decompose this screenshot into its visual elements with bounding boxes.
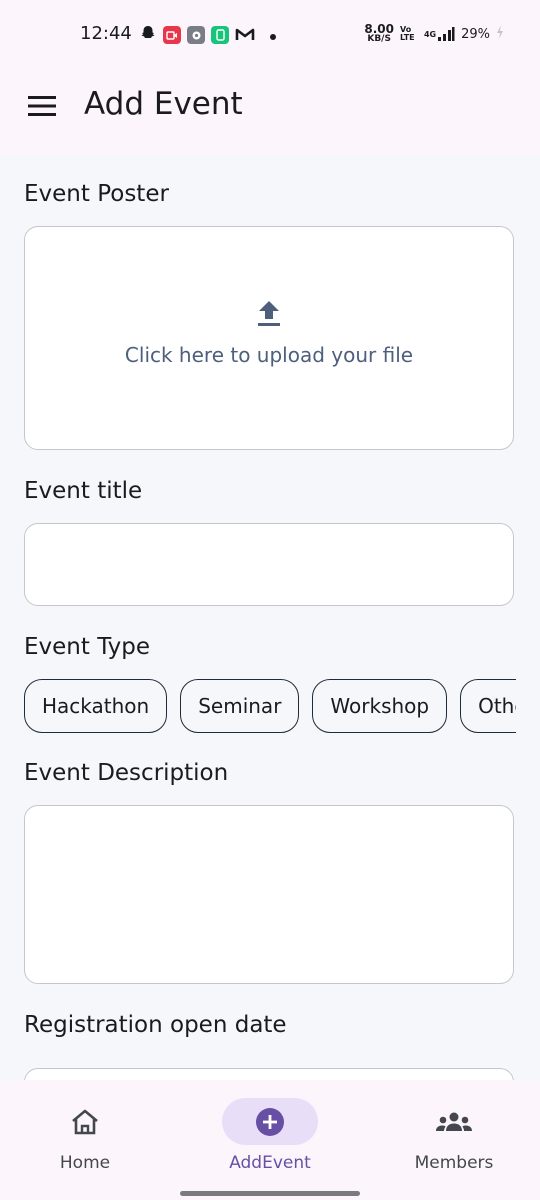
upload-prompt-text: Click here to upload your file (124, 343, 414, 367)
registration-open-date-label: Registration open date (24, 1012, 287, 1038)
group-icon (436, 1112, 472, 1131)
page-title: Add Event (84, 86, 243, 122)
poster-upload-box[interactable]: Click here to upload your file (24, 226, 514, 450)
members-pill (406, 1098, 502, 1145)
event-title-input[interactable] (24, 523, 514, 606)
home-pill (37, 1098, 133, 1145)
snapchat-icon (139, 24, 157, 46)
volte-icon: Vo LTE (399, 25, 415, 42)
bottom-navigation: Home AddEvent Members (0, 1080, 540, 1200)
nav-item-addevent[interactable]: AddEvent (180, 1080, 360, 1200)
dot-icon (269, 26, 277, 45)
event-poster-label: Event Poster (24, 181, 169, 207)
gmail-icon (235, 26, 255, 45)
nav-label-addevent: AddEvent (229, 1153, 311, 1173)
nav-item-members[interactable]: Members (364, 1080, 540, 1200)
nav-item-home[interactable]: Home (0, 1080, 175, 1200)
settings-app-icon (187, 26, 205, 44)
network-speed: 8.00 KB/S (364, 22, 394, 44)
app-icon (211, 26, 229, 44)
nav-label-members: Members (414, 1153, 494, 1173)
event-description-input[interactable] (24, 805, 514, 984)
home-icon (72, 1109, 98, 1134)
nav-label-home: Home (59, 1153, 111, 1173)
notification-icons (139, 24, 277, 46)
chip-workshop[interactable]: Workshop (312, 679, 448, 733)
system-indicators: 8.00 KB/S Vo LTE 4G 29% (364, 22, 504, 44)
chip-hackathon[interactable]: Hackathon (24, 679, 168, 733)
add-circle-icon (256, 1107, 284, 1136)
upload-icon (258, 301, 280, 326)
event-title-label: Event title (24, 478, 143, 504)
signal-icon: 4G (424, 26, 455, 42)
status-time: 12:44 (80, 23, 132, 44)
event-type-chips: HackathonSeminarWorkshopOthers (24, 679, 516, 733)
event-type-label: Event Type (24, 634, 151, 660)
event-description-label: Event Description (24, 760, 229, 786)
chip-others[interactable]: Others (460, 679, 516, 733)
top-app-bar: Add Event (0, 68, 540, 154)
home-indicator[interactable] (180, 1191, 360, 1196)
menu-icon (28, 96, 56, 116)
menu-button[interactable] (22, 86, 62, 126)
battery-charging-icon (496, 25, 504, 43)
status-bar: 12:44 8.00 KB/S Vo LTE 4G 29% (0, 0, 540, 68)
chip-seminar[interactable]: Seminar (180, 679, 300, 733)
battery-level: 29% (461, 26, 490, 42)
screen-record-icon (163, 26, 181, 44)
addevent-pill (222, 1098, 318, 1145)
